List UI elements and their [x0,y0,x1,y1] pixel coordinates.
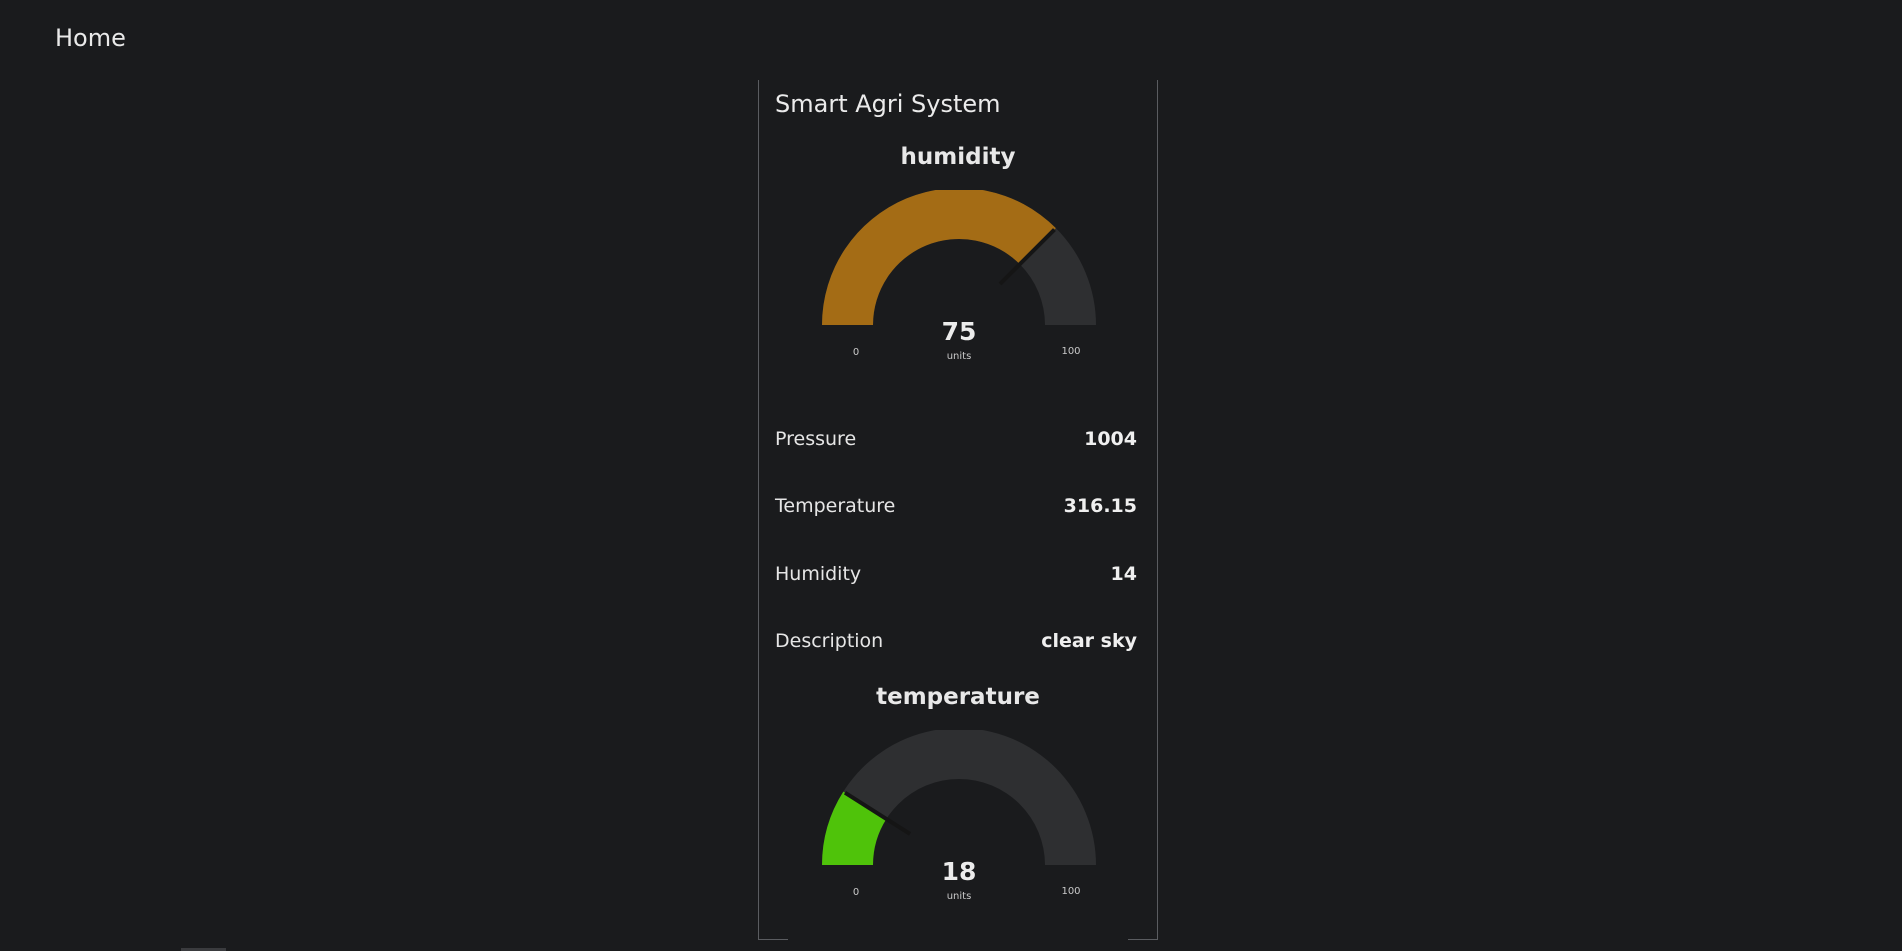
page-title: Home [55,24,126,52]
gauge-min-label: 0 [853,887,859,898]
humidity-gauge: 75 units 0 100 [822,190,1096,362]
reading-label: Humidity [775,563,862,585]
gauge-min-label: 0 [853,347,859,358]
gauge-units: units [947,351,972,362]
humidity-gauge-title: humidity [900,144,1016,170]
gauge-max-label: 100 [1061,346,1080,357]
reading-row-humidity: Humidity 14 [775,563,1137,593]
gauge-max-label: 100 [1061,886,1080,897]
reading-value: 14 [1110,563,1137,585]
top-bar: Home [0,0,1902,80]
panel-bottom-border-left [758,939,788,940]
gauge-fill [822,190,1056,325]
reading-row-temperature: Temperature 316.15 [775,495,1137,525]
panel-title: Smart Agri System [775,90,1001,118]
reading-label: Pressure [775,428,857,450]
gauge-units: units [947,891,972,902]
gauge-value: 75 [942,317,977,346]
panel-bottom-border-right [1128,939,1158,940]
reading-row-pressure: Pressure 1004 [775,428,1137,458]
reading-label: Description [775,630,884,652]
reading-row-description: Description clear sky [775,630,1137,660]
reading-value: 316.15 [1063,495,1137,517]
reading-label: Temperature [775,495,896,517]
temperature-gauge: 18 units 0 100 [822,730,1096,902]
reading-value: clear sky [1041,630,1137,652]
reading-value: 1004 [1084,428,1137,450]
gauge-value: 18 [942,857,977,886]
smart-agri-panel: Smart Agri System humidity 75 units 0 10… [758,80,1158,940]
temperature-gauge-title: temperature [876,684,1040,710]
